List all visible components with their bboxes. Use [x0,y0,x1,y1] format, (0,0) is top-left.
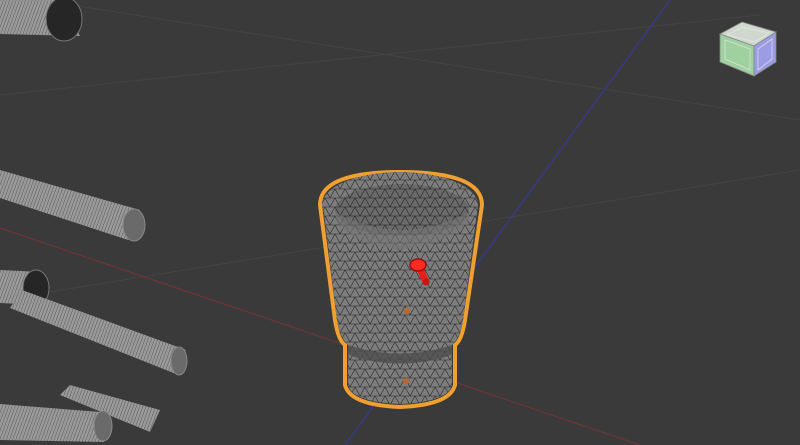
rod-bottom-left[interactable] [0,385,160,442]
vertex-marker [404,308,410,314]
rod-middle-left[interactable] [0,170,146,242]
rod-lower-diagonal[interactable] [10,290,188,376]
scene-canvas[interactable] [0,0,800,445]
view-cube-navigator[interactable] [716,14,780,80]
vertex-marker [403,378,409,384]
selected-cup-mesh[interactable] [317,169,485,410]
3d-viewport[interactable] [0,0,800,445]
rod-top-left[interactable] [0,0,83,42]
